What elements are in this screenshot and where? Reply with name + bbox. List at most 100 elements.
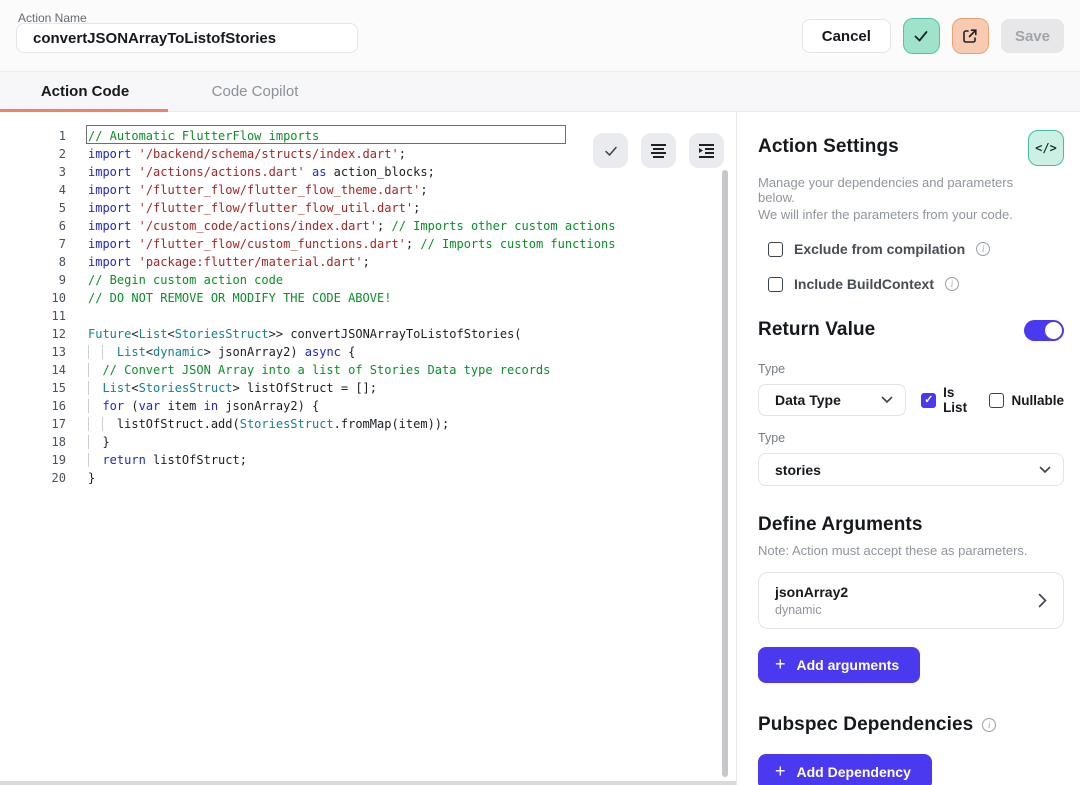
code-line[interactable]: 19 return listOfStruct;	[0, 451, 615, 469]
code-text: // Convert JSON Array into a list of Sto…	[88, 361, 550, 379]
add-arguments-label: Add arguments	[797, 657, 900, 673]
exclude-compilation-checkbox[interactable]	[768, 242, 783, 257]
line-number: 10	[0, 289, 66, 307]
return-value-toggle[interactable]	[1024, 320, 1064, 341]
argument-info: jsonArray2 dynamic	[775, 584, 848, 617]
code-text: import 'package:flutter/material.dart';	[88, 253, 370, 271]
code-editor[interactable]: 1// Automatic FlutterFlow imports2import…	[0, 112, 736, 785]
code-line[interactable]: 13 List<dynamic> jsonArray2) async {	[0, 343, 615, 361]
exclude-compilation-label: Exclude from compilation	[794, 241, 965, 257]
save-button[interactable]: Save	[1001, 19, 1064, 53]
code-text: List<dynamic> jsonArray2) async {	[88, 343, 355, 361]
code-text: // Begin custom action code	[88, 271, 283, 289]
code-text: listOfStruct.add(StoriesStruct.fromMap(i…	[88, 415, 449, 433]
code-text: import '/flutter_flow/flutter_flow_util.…	[88, 199, 420, 217]
cancel-button[interactable]: Cancel	[802, 19, 891, 53]
external-link-icon	[961, 27, 979, 45]
add-dependency-button[interactable]: + Add Dependency	[758, 754, 932, 785]
chevron-down-icon	[881, 396, 893, 404]
code-line[interactable]: 7 import '/flutter_flow/custom_functions.…	[0, 235, 615, 253]
code-line[interactable]: 9// Begin custom action code	[0, 271, 615, 289]
argument-type: dynamic	[775, 603, 848, 617]
code-line[interactable]: 16 for (var item in jsonArray2) {	[0, 397, 615, 415]
code-line[interactable]: 2import '/backend/schema/structs/index.d…	[0, 145, 615, 163]
line-number: 5	[0, 199, 66, 217]
open-external-button[interactable]	[952, 18, 989, 54]
main-content: 1// Automatic FlutterFlow imports2import…	[0, 112, 1080, 785]
tab-action-code[interactable]: Action Code	[0, 72, 170, 111]
validate-code-button[interactable]	[593, 133, 628, 168]
return-type-value: Data Type	[775, 392, 841, 408]
code-line[interactable]: 4import '/flutter_flow/flutter_flow_them…	[0, 181, 615, 199]
info-icon[interactable]: i	[982, 718, 996, 732]
line-number: 2	[0, 145, 66, 163]
exclude-compilation-row: Exclude from compilation i	[768, 241, 1064, 257]
code-line[interactable]: 17 listOfStruct.add(StoriesStruct.fromMa…	[0, 415, 615, 433]
is-list-checkbox[interactable]	[921, 393, 936, 408]
nullable-label: Nullable	[1011, 393, 1064, 408]
check-icon	[912, 27, 930, 45]
code-line[interactable]: 3import '/actions/actions.dart' as actio…	[0, 163, 615, 181]
code-line[interactable]: 1// Automatic FlutterFlow imports	[0, 127, 615, 145]
code-line[interactable]: 12Future<List<StoriesStruct>> convertJSO…	[0, 325, 615, 343]
code-line[interactable]: 15 List<StoriesStruct> listOfStruct = []…	[0, 379, 615, 397]
info-icon[interactable]: i	[976, 242, 990, 256]
return-value-title: Return Value	[758, 319, 875, 341]
nullable-checkbox[interactable]	[989, 393, 1004, 408]
code-view-button[interactable]: </>	[1028, 130, 1064, 166]
code-text: import '/flutter_flow/custom_functions.d…	[88, 235, 615, 253]
code-line[interactable]: 6import '/custom_code/actions/index.dart…	[0, 217, 615, 235]
include-buildcontext-checkbox[interactable]	[768, 277, 783, 292]
define-arguments-title: Define Arguments	[758, 514, 1064, 536]
line-number: 4	[0, 181, 66, 199]
code-line[interactable]: 14 // Convert JSON Array into a list of …	[0, 361, 615, 379]
line-number: 17	[0, 415, 66, 433]
indent-code-button[interactable]	[689, 133, 724, 168]
chevron-down-icon	[1039, 466, 1051, 474]
add-arguments-button[interactable]: + Add arguments	[758, 647, 920, 683]
return-subtype-dropdown[interactable]: stories	[758, 453, 1064, 486]
line-number: 18	[0, 433, 66, 451]
add-dependency-label: Add Dependency	[797, 764, 911, 780]
header: Action Name Cancel Save	[0, 0, 1080, 71]
code-line[interactable]: 18 }	[0, 433, 615, 451]
line-number: 7	[0, 235, 66, 253]
toggle-knob	[1045, 322, 1062, 339]
action-name-input[interactable]	[16, 23, 358, 53]
settings-description: Manage your dependencies and parameters …	[758, 175, 1036, 222]
code-line[interactable]: 20}	[0, 469, 615, 487]
horizontal-scrollbar[interactable]	[0, 781, 736, 785]
return-subtype-value: stories	[775, 462, 821, 478]
vertical-scrollbar[interactable]	[722, 170, 728, 777]
code-line[interactable]: 5 import '/flutter_flow/flutter_flow_util…	[0, 199, 615, 217]
nullable-option: Nullable	[989, 393, 1064, 408]
code-line[interactable]: 11	[0, 307, 615, 325]
action-settings-panel: Action Settings </> Manage your dependen…	[736, 112, 1080, 785]
code-text: }	[88, 433, 110, 451]
plus-icon: +	[775, 762, 786, 780]
code-text: for (var item in jsonArray2) {	[88, 397, 319, 415]
plus-icon: +	[775, 655, 786, 673]
code-line[interactable]: 8import 'package:flutter/material.dart';	[0, 253, 615, 271]
settings-description-line2: We will infer the parameters from your c…	[758, 207, 1036, 222]
argument-item[interactable]: jsonArray2 dynamic	[758, 572, 1064, 629]
info-icon[interactable]: i	[945, 277, 959, 291]
arguments-note: Note: Action must accept these as parame…	[758, 543, 1064, 558]
return-type-label: Type	[758, 362, 1064, 376]
code-lines: 1// Automatic FlutterFlow imports2import…	[0, 127, 615, 487]
line-number: 14	[0, 361, 66, 379]
format-align-icon	[650, 143, 667, 158]
return-type-dropdown[interactable]: Data Type	[758, 384, 906, 416]
code-line[interactable]: 10 // DO NOT REMOVE OR MODIFY THE CODE AB…	[0, 289, 615, 307]
header-actions: Cancel Save	[802, 18, 1064, 54]
argument-name: jsonArray2	[775, 584, 848, 600]
line-number: 11	[0, 307, 66, 325]
line-number: 6	[0, 217, 66, 235]
code-icon: </>	[1035, 141, 1057, 155]
format-code-button[interactable]	[641, 133, 676, 168]
line-number: 12	[0, 325, 66, 343]
code-text: import '/actions/actions.dart' as action…	[88, 163, 435, 181]
code-text: // DO NOT REMOVE OR MODIFY THE CODE ABOV…	[88, 289, 391, 307]
tab-code-copilot[interactable]: Code Copilot	[170, 72, 340, 111]
compile-check-button[interactable]	[903, 18, 940, 54]
